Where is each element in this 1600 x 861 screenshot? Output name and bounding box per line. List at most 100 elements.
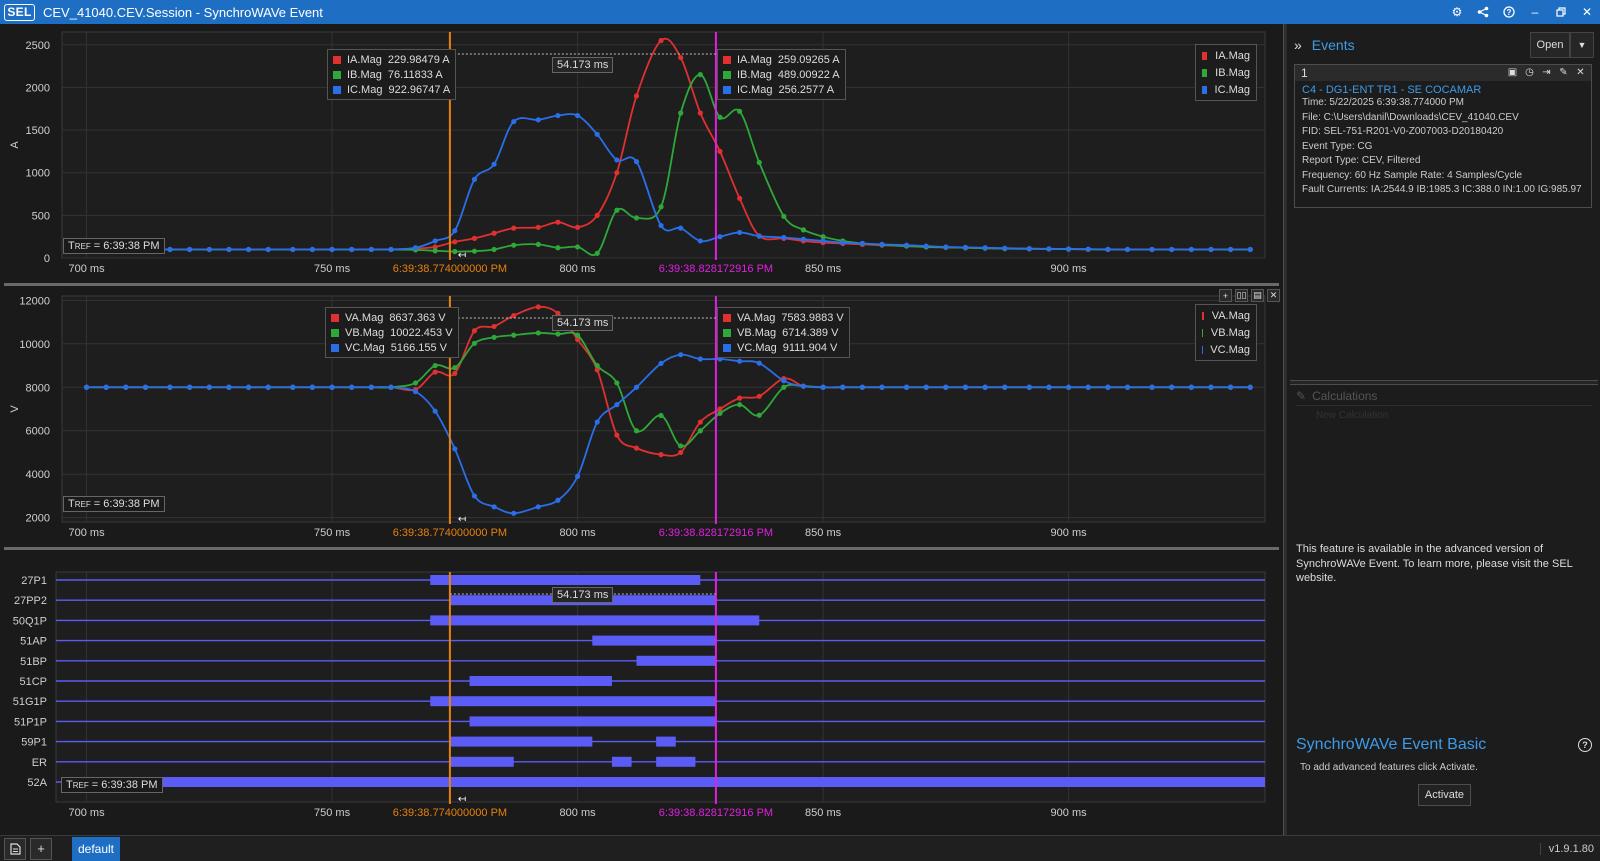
current-point-ib-mag-23 [555,245,561,251]
voltage-point-vb-mag-20 [491,334,497,340]
current-point-ic-mag-6 [206,246,212,253]
tab-default[interactable]: default [72,836,120,861]
legend-item-ib[interactable]: IB.Mag [1202,64,1250,81]
minimize-button[interactable]: – [1522,0,1548,24]
edit-icon[interactable]: ✎ [1557,66,1570,79]
activate-button[interactable]: Activate [1418,784,1471,806]
voltage-point-vc-mag-5 [187,384,193,390]
voltage-y-tick-8000: 8000 [26,382,50,394]
add-plot-icon[interactable]: + [1219,289,1232,302]
voltage-point-vc-mag-18 [452,446,458,452]
voltage-x-tick-900: 900 ms [1051,527,1088,539]
current-point-ib-mag-26 [614,207,620,213]
report-type: Report Type: CEV, Filtered [1302,155,1421,166]
legend-item-ia[interactable]: IA.Mag [1202,47,1250,64]
document-icon[interactable] [4,837,26,860]
current-point-ib-mag-33 [756,159,762,166]
digital-x-tick-900: 900 ms [1051,807,1088,819]
voltage-point-va-mag-19 [471,328,478,334]
current-point-ia-mag-25 [594,212,600,218]
plot-splitter-2[interactable] [4,547,1279,550]
event-name[interactable]: C4 - DG1-ENT TR1 - SE COCAMAR [1302,84,1591,96]
close-plot-icon[interactable]: ✕ [1267,289,1280,302]
current-point-ic-mag-30 [697,238,703,244]
current-point-ia-mag-27 [633,93,640,99]
current-point-ic-mag-13 [349,246,355,253]
digital-cursor1-time: 6:39:38.774000000 PM [393,807,507,819]
current-point-ib-mag-18 [452,248,458,255]
legend-item-vb[interactable]: VB.Mag [1202,324,1250,341]
bottom-bar: + default v1.9.1.80 [0,835,1600,861]
export-icon[interactable]: ⇥ [1540,66,1553,79]
voltage-point-vc-mag-17 [432,408,438,414]
clock-icon[interactable]: ◷ [1523,66,1536,79]
voltage-point-vc-mag-24 [574,473,581,479]
current-point-ic-mag-31 [717,234,723,240]
voltage-point-vc-mag-15 [388,384,394,390]
tref-label-current: TREF = 6:39:38 PM [63,238,165,254]
voltage-point-vc-mag-28 [658,360,664,366]
digital-label-51g1p: 51G1P [13,696,47,708]
collapse-panel-icon[interactable]: » [1294,37,1302,53]
plots-area: 0 500 1000 1500 2000 2500 A ↤ 700 ms 750 ms 800 ms… [0,24,1283,835]
current-point-ic-mag-7 [226,246,232,253]
voltage-y-tick-12000: 12000 [19,295,50,307]
voltage-point-vc-mag-12 [329,384,335,390]
legend-item-vc[interactable]: VC.Mag [1202,341,1250,358]
voltage-point-vb-mag-27 [633,428,640,434]
voltage-point-vc-mag-14 [368,384,374,390]
current-point-ic-mag-28 [658,222,664,229]
event-card[interactable]: 1 ▣ ◷ ⇥ ✎ ✕ C4 - DG1-ENT TR1 - SE COCAMA… [1294,64,1592,208]
new-calculation-placeholder: New Calculation [1316,410,1389,421]
voltage-cursor-handle-icon: ↤ [458,514,466,525]
panel-splitter[interactable] [1283,24,1287,835]
help-icon[interactable]: ? [1578,738,1592,752]
current-point-ia-mag-20 [491,230,497,236]
voltage-point-vc-mag-22 [535,504,541,510]
current-point-ia-mag-22 [535,224,541,230]
share-icon[interactable] [1470,0,1496,24]
digital-cursor-handle-icon: ↤ [458,794,466,805]
restore-button[interactable] [1548,0,1574,24]
current-point-ic-mag-43 [962,244,969,250]
cursor2-values-current: IA.Mag 259.09265 A IB.Mag 489.00922 A IC.M… [717,49,846,100]
current-point-ic-mag-34 [781,234,787,241]
digital-plot-bg [55,571,1266,803]
cursor-delta-current: 54.173 ms [552,57,614,73]
legend-item-ic[interactable]: IC.Mag [1202,81,1250,98]
digital-bar-51g1p-0 [430,696,716,707]
plot-splitter-1[interactable] [4,283,1279,286]
current-point-ib-mag-21 [511,242,517,248]
version-label: v1.9.1.80 [1539,843,1594,855]
voltage-point-vc-mag-45 [1002,384,1008,390]
voltage-point-va-mag-28 [658,452,664,458]
right-panel-splitter[interactable] [1290,380,1598,385]
add-tab-button[interactable]: + [30,837,52,860]
event-fid: FID: SEL-751-R201-V0-Z007003-D20180420 [1302,126,1504,137]
split-rows-icon[interactable]: ▤ [1251,289,1264,302]
close-event-icon[interactable]: ✕ [1574,66,1587,79]
close-button[interactable]: ✕ [1574,0,1600,24]
open-dropdown-icon[interactable]: ▼ [1570,32,1594,58]
digital-bar-er-2 [656,756,696,767]
voltage-point-vc-mag-16 [412,389,419,395]
digital-label-er: ER [32,757,47,769]
split-columns-icon[interactable]: ▯▯ [1235,289,1248,302]
voltage-point-vc-mag-3 [142,384,149,390]
current-point-ia-mag-19 [471,235,478,241]
current-y-tick-2500: 2500 [26,40,50,52]
current-point-ic-mag-4 [167,246,173,253]
plots-svg[interactable]: 0 500 1000 1500 2000 2500 A ↤ 700 ms 750 ms 800 ms… [0,24,1283,835]
legend-item-va[interactable]: VA.Mag [1202,307,1250,324]
save-icon[interactable]: ▣ [1506,66,1519,79]
digital-bar-51ap-0 [592,635,716,646]
current-point-ic-mag-37 [840,240,846,246]
voltage-point-vc-mag-51 [1124,384,1131,390]
current-point-ia-mag-21 [511,225,517,231]
settings-icon[interactable]: ⚙ [1444,0,1470,24]
help-icon[interactable]: ? [1496,0,1522,24]
current-point-ic-mag-29 [678,225,684,231]
voltage-point-vb-mag-33 [756,412,762,418]
voltage-point-vc-mag-23 [555,497,561,503]
open-button[interactable]: Open [1530,32,1570,58]
